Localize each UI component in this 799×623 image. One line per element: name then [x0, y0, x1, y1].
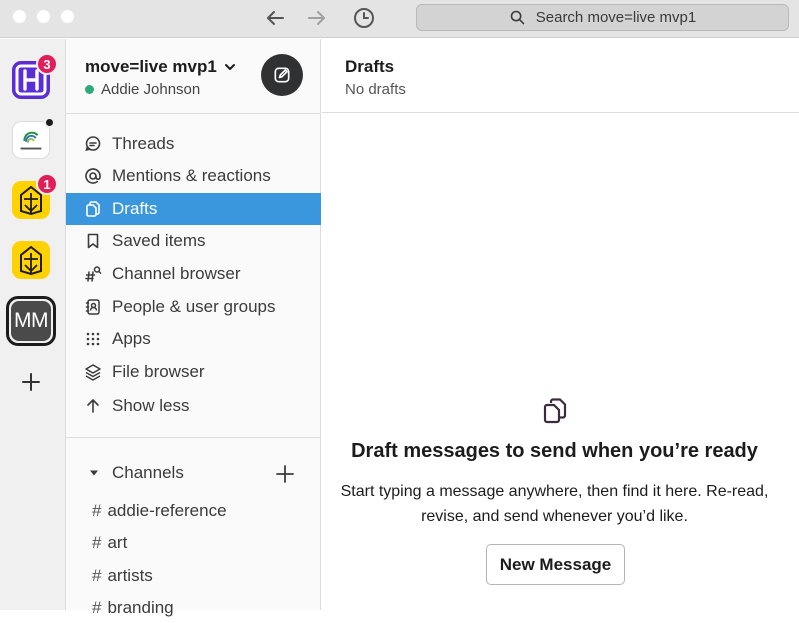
- main-header: Drafts No drafts: [322, 39, 799, 113]
- channel-name: addie-reference: [107, 501, 227, 520]
- plus-icon: [22, 373, 40, 391]
- nav-show-less-label: Show less: [112, 396, 190, 415]
- nav-apps[interactable]: Apps: [66, 323, 321, 355]
- minimize-window-button[interactable]: [37, 10, 50, 23]
- workspace-citizens-climate-lobby[interactable]: [12, 121, 50, 159]
- nav-file-browser[interactable]: File browser: [66, 356, 321, 388]
- close-window-button[interactable]: [13, 10, 26, 23]
- climate-lobby-logo-icon: [20, 131, 42, 150]
- search-input[interactable]: Search move=live mvp1: [416, 4, 789, 31]
- workspace-mm[interactable]: MM: [6, 296, 56, 346]
- threads-icon: [84, 135, 102, 153]
- channel-item[interactable]: # addie-reference: [66, 496, 321, 526]
- workspace-sunrise-2[interactable]: [12, 241, 50, 279]
- hash-icon: #: [92, 566, 102, 585]
- channel-item[interactable]: # art: [66, 528, 321, 558]
- presence-indicator: [85, 85, 94, 94]
- compose-button[interactable]: [261, 54, 303, 96]
- add-channel-button[interactable]: [274, 463, 296, 485]
- chevron-down-icon: [224, 64, 235, 70]
- empty-state-description: Start typing a message anywhere, then fi…: [340, 483, 769, 525]
- nav-people-groups[interactable]: People & user groups: [66, 291, 321, 323]
- add-workspace-button[interactable]: [18, 369, 44, 395]
- unread-badge: 3: [36, 53, 58, 75]
- hash-icon: #: [92, 501, 102, 520]
- workspace-mm-label: MM: [11, 301, 51, 341]
- workspace-name: move=live mvp1: [85, 57, 217, 76]
- bookmark-icon: [84, 232, 102, 250]
- empty-state-title: Draft messages to send when you’re ready: [351, 440, 758, 462]
- arrow-up-icon: [84, 397, 102, 415]
- channels-section-label: Channels: [112, 463, 184, 482]
- drafts-icon: [84, 200, 102, 218]
- nav-saved-label: Saved items: [112, 231, 206, 250]
- channel-name: branding: [107, 598, 174, 617]
- main-pane: Drafts No drafts Draft messages to send …: [322, 39, 799, 610]
- sunrise-logo-icon: [20, 245, 42, 276]
- apps-grid-icon: [84, 330, 102, 348]
- channel-item[interactable]: # branding: [66, 593, 321, 623]
- workspace-rail: 3 1 MM: [0, 39, 66, 610]
- arrow-right-icon: [308, 11, 325, 25]
- plus-icon: [276, 465, 294, 483]
- nav-mentions-label: Mentions & reactions: [112, 166, 271, 185]
- compose-icon: [274, 67, 290, 83]
- caret-down-icon: [90, 470, 98, 476]
- nav-drafts-label: Drafts: [112, 199, 158, 218]
- back-button[interactable]: [263, 6, 287, 30]
- new-message-button[interactable]: New Message: [486, 544, 625, 585]
- search-icon: [510, 10, 525, 25]
- hash-icon: #: [92, 598, 102, 617]
- nav-saved-items[interactable]: Saved items: [66, 225, 321, 257]
- page-subtitle: No drafts: [345, 81, 406, 98]
- user-name: Addie Johnson: [101, 81, 201, 98]
- forward-button[interactable]: [305, 6, 329, 30]
- divider: [66, 437, 321, 438]
- unread-badge: 1: [36, 173, 58, 195]
- at-icon: [84, 167, 102, 185]
- sidebar: move=live mvp1 Addie Johnson Threads Men…: [66, 39, 321, 617]
- nav-drafts[interactable]: Drafts: [66, 193, 321, 225]
- arrow-left-icon: [267, 11, 284, 25]
- layers-icon: [84, 363, 102, 381]
- nav-show-less[interactable]: Show less: [66, 390, 321, 422]
- drafts-icon: [543, 398, 567, 424]
- nav-apps-label: Apps: [112, 329, 151, 348]
- nav-people-label: People & user groups: [112, 297, 276, 316]
- channel-name: art: [107, 533, 128, 552]
- activity-dot: [44, 117, 55, 128]
- contacts-icon: [84, 298, 102, 316]
- channel-search-icon: [84, 265, 102, 283]
- hash-icon: #: [92, 533, 102, 552]
- channel-item[interactable]: # artists: [66, 561, 321, 591]
- history-button[interactable]: [352, 6, 376, 30]
- divider: [66, 113, 321, 114]
- nav-threads[interactable]: Threads: [66, 128, 321, 160]
- workspace-menu[interactable]: move=live mvp1: [85, 57, 237, 77]
- nav-mentions-reactions[interactable]: Mentions & reactions: [66, 160, 321, 192]
- page-title: Drafts: [345, 57, 395, 76]
- channel-name: artists: [107, 566, 153, 585]
- zoom-window-button[interactable]: [61, 10, 74, 23]
- nav-channel-browser-label: Channel browser: [112, 264, 241, 283]
- clock-icon: [354, 8, 374, 28]
- nav-channel-browser[interactable]: Channel browser: [66, 258, 321, 290]
- nav-file-browser-label: File browser: [112, 362, 205, 381]
- user-status[interactable]: Addie Johnson: [85, 81, 200, 98]
- title-bar: Search move=live mvp1: [0, 0, 799, 38]
- nav-threads-label: Threads: [112, 134, 175, 153]
- search-placeholder: Search move=live mvp1: [535, 9, 697, 26]
